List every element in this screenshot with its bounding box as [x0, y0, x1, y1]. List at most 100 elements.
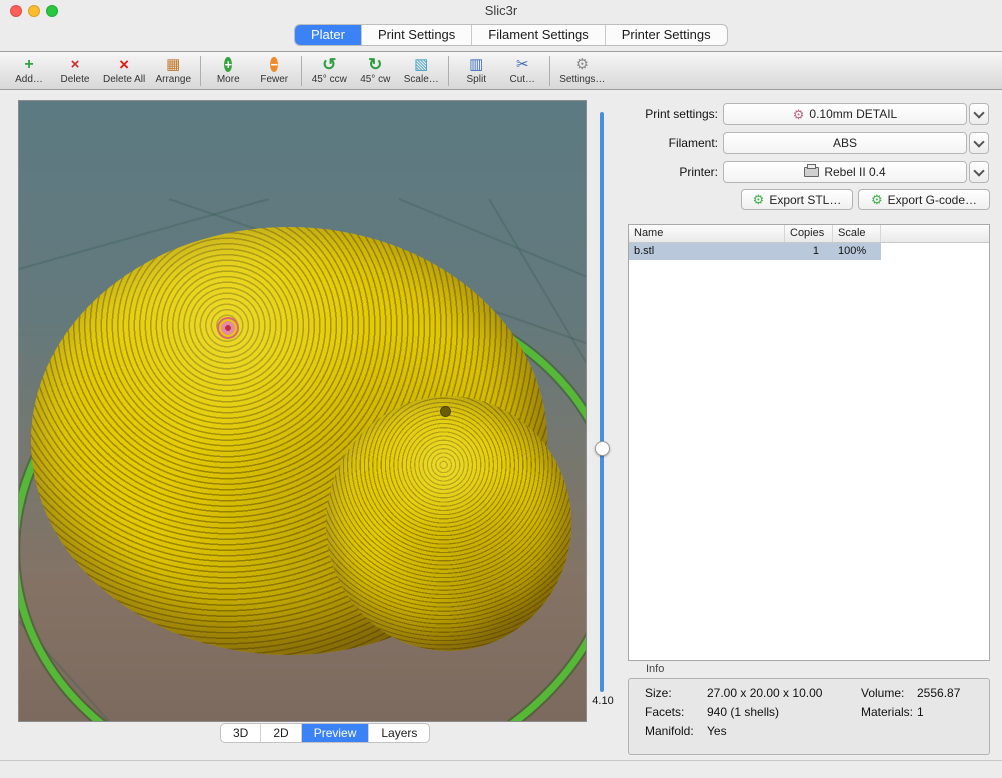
delete-all-label: Delete All: [103, 74, 145, 85]
export-stl-label: Export STL…: [769, 193, 841, 207]
object-table-header: Name Copies Scale: [629, 225, 989, 243]
toolbar-separator: [549, 56, 550, 86]
layer-slider-thumb[interactable]: [595, 441, 610, 456]
model-large-pole-marker: [217, 317, 239, 339]
print-settings-label: Print settings:: [600, 103, 718, 125]
settings-icon: ⚙: [576, 56, 589, 73]
cut-icon: ✂: [516, 56, 529, 73]
column-header-name[interactable]: Name: [629, 225, 785, 242]
printer-dropdown-button[interactable]: [969, 161, 989, 183]
add-button[interactable]: + Add…: [6, 53, 52, 89]
layer-slider-track[interactable]: [600, 112, 604, 692]
info-materials-value: 1: [917, 705, 924, 719]
rotate-ccw-label: 45° ccw: [312, 74, 347, 85]
tab-plater[interactable]: Plater: [295, 25, 362, 45]
info-section-title: Info: [646, 663, 664, 675]
info-materials-label: Materials:: [861, 705, 913, 719]
filament-value: ABS: [833, 136, 857, 150]
export-stl-icon: ⚙: [753, 193, 765, 206]
object-list-table[interactable]: Name Copies Scale b.stl 1 100%: [628, 224, 990, 661]
export-gcode-icon: ⚙: [871, 193, 883, 206]
split-icon: ▥: [469, 56, 483, 73]
filament-dropdown-button[interactable]: [969, 132, 989, 154]
chevron-down-icon: [973, 165, 984, 176]
layer-slider-value: 4.10: [586, 695, 620, 707]
view-tab-preview[interactable]: Preview: [302, 724, 370, 742]
tab-printer-settings[interactable]: Printer Settings: [606, 25, 727, 45]
split-button[interactable]: ▥ Split: [453, 53, 499, 89]
export-gcode-button[interactable]: ⚙ Export G-code…: [858, 189, 990, 210]
scale-button[interactable]: ▧ Scale…: [398, 53, 444, 89]
print-settings-value: 0.10mm DETAIL: [809, 107, 897, 121]
print-settings-dropdown-button[interactable]: [969, 103, 989, 125]
column-header-copies[interactable]: Copies: [785, 225, 833, 242]
export-stl-button[interactable]: ⚙ Export STL…: [741, 189, 853, 210]
fewer-label: Fewer: [260, 74, 288, 85]
filament-select[interactable]: ABS: [723, 132, 967, 154]
window-title: Slic3r: [0, 3, 1002, 18]
view-tab-bar: 3D 2D Preview Layers: [220, 723, 430, 743]
status-bar: [0, 760, 1002, 778]
scale-icon: ▧: [414, 56, 428, 73]
printer-icon: [804, 167, 819, 177]
settings-label: Settings…: [559, 74, 605, 85]
table-row[interactable]: b.stl 1 100%: [629, 243, 989, 260]
title-bar: Slic3r: [0, 0, 1002, 22]
view-tab-layers[interactable]: Layers: [369, 724, 429, 742]
print-profile-icon: ⚙: [793, 108, 805, 121]
fewer-button[interactable]: − Fewer: [251, 53, 297, 89]
delete-all-icon: ×: [119, 56, 129, 73]
printer-select[interactable]: Rebel II 0.4: [723, 161, 967, 183]
info-size-value: 27.00 x 20.00 x 10.00: [707, 686, 822, 700]
info-size-label: Size:: [645, 686, 672, 700]
toolbar-separator: [448, 56, 449, 86]
arrange-label: Arrange: [155, 74, 191, 85]
more-button[interactable]: + More: [205, 53, 251, 89]
toolbar: + Add… × Delete × Delete All ▦ Arrange +…: [0, 51, 1002, 90]
slic3r-window: Slic3r Plater Print Settings Filament Se…: [0, 0, 1002, 778]
split-label: Split: [467, 74, 486, 85]
cut-label: Cut…: [509, 74, 535, 85]
column-header-empty: [881, 225, 989, 242]
model-small-pole-marker: [440, 406, 451, 417]
add-label: Add…: [15, 74, 43, 85]
delete-label: Delete: [61, 74, 90, 85]
delete-all-button[interactable]: × Delete All: [98, 53, 150, 89]
toolbar-separator: [200, 56, 201, 86]
column-header-scale[interactable]: Scale: [833, 225, 881, 242]
info-facets-value: 940 (1 shells): [707, 705, 779, 719]
arrange-button[interactable]: ▦ Arrange: [150, 53, 196, 89]
filament-label: Filament:: [600, 132, 718, 154]
rotate-ccw-icon: ↺: [322, 56, 336, 73]
rotate-cw-label: 45° cw: [360, 74, 390, 85]
info-facets-label: Facets:: [645, 705, 684, 719]
printer-value: Rebel II 0.4: [824, 165, 885, 179]
chevron-down-icon: [973, 107, 984, 118]
printer-label: Printer:: [600, 161, 718, 183]
delete-button[interactable]: × Delete: [52, 53, 98, 89]
info-manifold-label: Manifold:: [645, 724, 694, 738]
scale-label: Scale…: [404, 74, 439, 85]
cut-button[interactable]: ✂ Cut…: [499, 53, 545, 89]
more-icon: +: [224, 57, 232, 72]
arrange-icon: ▦: [166, 56, 180, 73]
object-scale-cell: 100%: [833, 243, 881, 260]
object-row-empty-cell: [881, 243, 989, 260]
info-manifold-value: Yes: [707, 724, 727, 738]
info-volume-label: Volume:: [861, 686, 904, 700]
object-copies-cell: 1: [785, 243, 833, 260]
rotate-cw-button[interactable]: ↻ 45° cw: [352, 53, 398, 89]
main-tab-bar: Plater Print Settings Filament Settings …: [294, 24, 728, 46]
3d-viewport[interactable]: [18, 100, 587, 722]
view-tab-3d[interactable]: 3D: [221, 724, 261, 742]
print-settings-select[interactable]: ⚙ 0.10mm DETAIL: [723, 103, 967, 125]
rotate-ccw-button[interactable]: ↺ 45° ccw: [306, 53, 352, 89]
tab-print-settings[interactable]: Print Settings: [362, 25, 472, 45]
tab-filament-settings[interactable]: Filament Settings: [472, 25, 605, 45]
model-object-small[interactable]: [326, 396, 571, 651]
settings-button[interactable]: ⚙ Settings…: [554, 53, 610, 89]
more-label: More: [217, 74, 240, 85]
export-gcode-label: Export G-code…: [888, 193, 977, 207]
view-tab-2d[interactable]: 2D: [261, 724, 301, 742]
info-volume-value: 2556.87: [917, 686, 960, 700]
